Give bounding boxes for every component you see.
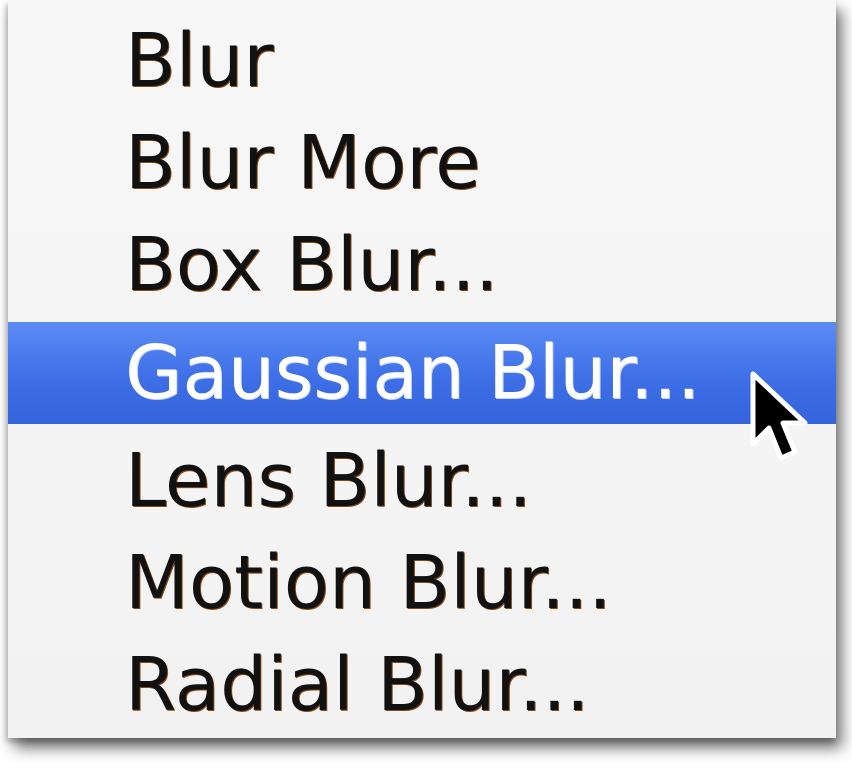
menu-item-gaussian-blur[interactable]: Gaussian Blur... xyxy=(8,322,836,424)
blur-filter-menu: Blur Blur More Box Blur... Gaussian Blur… xyxy=(8,0,836,738)
menu-item-blur[interactable]: Blur xyxy=(8,10,836,112)
menu-item-lens-blur[interactable]: Lens Blur... xyxy=(8,430,836,532)
menu-item-box-blur[interactable]: Box Blur... xyxy=(8,214,836,316)
menu-item-blur-more[interactable]: Blur More xyxy=(8,112,836,214)
menu-item-motion-blur[interactable]: Motion Blur... xyxy=(8,532,836,634)
arrow-pointer-icon xyxy=(750,371,808,461)
menu-item-radial-blur[interactable]: Radial Blur... xyxy=(8,634,836,736)
